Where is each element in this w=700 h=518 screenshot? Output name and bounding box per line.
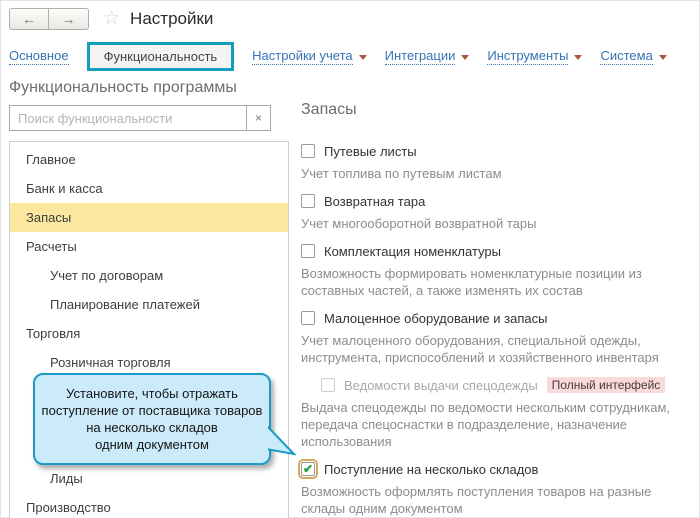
settings-window: ← → ☆ Настройки Основное Функциональность…	[0, 0, 700, 518]
feature-description: Возможность оформлять поступления товаро…	[301, 484, 652, 516]
feature-label: Ведомости выдачи спецодежды	[344, 377, 538, 393]
features-panel: Запасы ✔ Путевые листы Учет топлива по пут…	[298, 101, 697, 518]
chevron-down-icon[interactable]	[658, 54, 667, 60]
section-heading: Функциональность программы	[9, 79, 237, 96]
feature-description: Возможность формировать номенклатурные п…	[301, 266, 642, 298]
clear-search-icon[interactable]: ×	[246, 106, 270, 130]
checkbox-icon: ✔	[321, 378, 335, 392]
tab-label[interactable]: Основное	[9, 48, 69, 65]
feature-checkbox-row[interactable]: ✔ Возвратная тара	[301, 191, 697, 211]
header: ← → ☆ Настройки	[9, 7, 213, 30]
back-arrow-icon[interactable]: ←	[9, 7, 49, 30]
feature-description: Учет малоценного оборудования, специальн…	[301, 333, 659, 365]
tab-5[interactable]: Система	[600, 48, 667, 65]
tab-label[interactable]: Интеграции	[384, 48, 456, 65]
tab-label[interactable]: Система	[600, 48, 653, 65]
feature-label: Возвратная тара	[324, 193, 426, 209]
chevron-down-icon[interactable]	[358, 54, 367, 60]
feature-list: ✔ Путевые листы Учет топлива по путевым ли…	[298, 141, 697, 517]
search-box: ×	[9, 105, 271, 131]
feature: ✔ Поступление на несколько складов Возможн…	[298, 459, 697, 517]
full-interface-badge: Полный интерфейс	[546, 377, 666, 393]
feature: ✔ Возвратная тара Учет многооборотной возв…	[301, 191, 697, 232]
callout-line: на несколько складов	[86, 420, 218, 435]
feature-label: Малоценное оборудование и запасы	[324, 310, 548, 326]
tab-bar: Основное Функциональность Настройки учета И…	[9, 41, 667, 71]
feature-label: Путевые листы	[324, 143, 417, 159]
search-input[interactable]	[10, 106, 246, 130]
feature-checkbox-row[interactable]: ✔ Поступление на несколько складов	[298, 459, 697, 479]
tooltip-callout: Установите, чтобы отражать поступление от…	[33, 373, 296, 465]
tab-label[interactable]: Настройки учета	[252, 48, 353, 65]
checkbox-icon[interactable]: ✔	[301, 311, 315, 325]
chevron-down-icon[interactable]	[461, 54, 470, 60]
feature-checkbox-row[interactable]: ✔ Малоценное оборудование и запасы	[301, 308, 697, 328]
tab-3[interactable]: Интеграции	[384, 48, 470, 65]
feature-label: Поступление на несколько складов	[324, 461, 539, 477]
feature-description: Выдача спецодежды по ведомости нескольки…	[301, 400, 670, 449]
checkmark-icon: ✔	[302, 461, 314, 476]
sidebar-item[interactable]: Производство	[10, 493, 288, 518]
callout-line: Установите, чтобы отражать	[66, 386, 238, 401]
sidebar-item[interactable]: Главное	[10, 145, 288, 174]
chevron-down-icon[interactable]	[574, 54, 583, 60]
tab-4[interactable]: Инструменты	[487, 48, 583, 65]
sidebar-item[interactable]: Банк и касса	[10, 174, 288, 203]
favorite-star-icon[interactable]: ☆	[103, 7, 120, 30]
feature-description: Учет топлива по путевым листам	[301, 166, 502, 181]
feature: ✔ Малоценное оборудование и запасы Учет ма…	[301, 308, 697, 366]
feature-checkbox-row[interactable]: ✔ Комплектация номенклатуры	[301, 241, 697, 261]
feature: ✔ Путевые листы Учет топлива по путевым ли…	[301, 141, 697, 182]
checkbox-icon[interactable]: ✔	[301, 144, 315, 158]
callout-line: одним документом	[95, 437, 209, 452]
feature-description: Учет многооборотной возвратной тары	[301, 216, 537, 231]
feature-checkbox-row[interactable]: ✔ Ведомости выдачи спецодежды Полный интер…	[321, 375, 697, 395]
sidebar-item[interactable]: Планирование платежей	[10, 290, 288, 319]
sidebar-item[interactable]: Лиды	[10, 464, 288, 493]
sidebar-item[interactable]: Учет по договорам	[10, 261, 288, 290]
history-nav: ← →	[9, 7, 89, 30]
tab-label[interactable]: Инструменты	[487, 48, 569, 65]
checkbox-checked-icon[interactable]: ✔	[298, 459, 318, 479]
tab-functionality-selected[interactable]: Функциональность	[86, 41, 235, 71]
sidebar-item[interactable]: Расчеты	[10, 232, 288, 261]
checkbox-icon[interactable]: ✔	[301, 244, 315, 258]
feature-label: Комплектация номенклатуры	[324, 243, 501, 259]
callout-line: поступление от поставщика товаров	[41, 403, 263, 418]
feature: ✔ Комплектация номенклатуры Возможность фо…	[301, 241, 697, 299]
page-title: Настройки	[130, 8, 214, 28]
tab-0[interactable]: Основное	[9, 48, 69, 65]
panel-heading: Запасы	[301, 101, 357, 118]
checkbox-icon[interactable]: ✔	[301, 194, 315, 208]
sidebar-item[interactable]: Торговля	[10, 319, 288, 348]
feature-checkbox-row[interactable]: ✔ Путевые листы	[301, 141, 697, 161]
callout-tail	[266, 423, 296, 456]
feature: ✔ Ведомости выдачи спецодежды Полный интер…	[301, 375, 697, 450]
sidebar-item[interactable]: Запасы	[10, 203, 288, 232]
forward-arrow-icon[interactable]: →	[49, 7, 89, 30]
tab-2[interactable]: Настройки учета	[252, 48, 367, 65]
